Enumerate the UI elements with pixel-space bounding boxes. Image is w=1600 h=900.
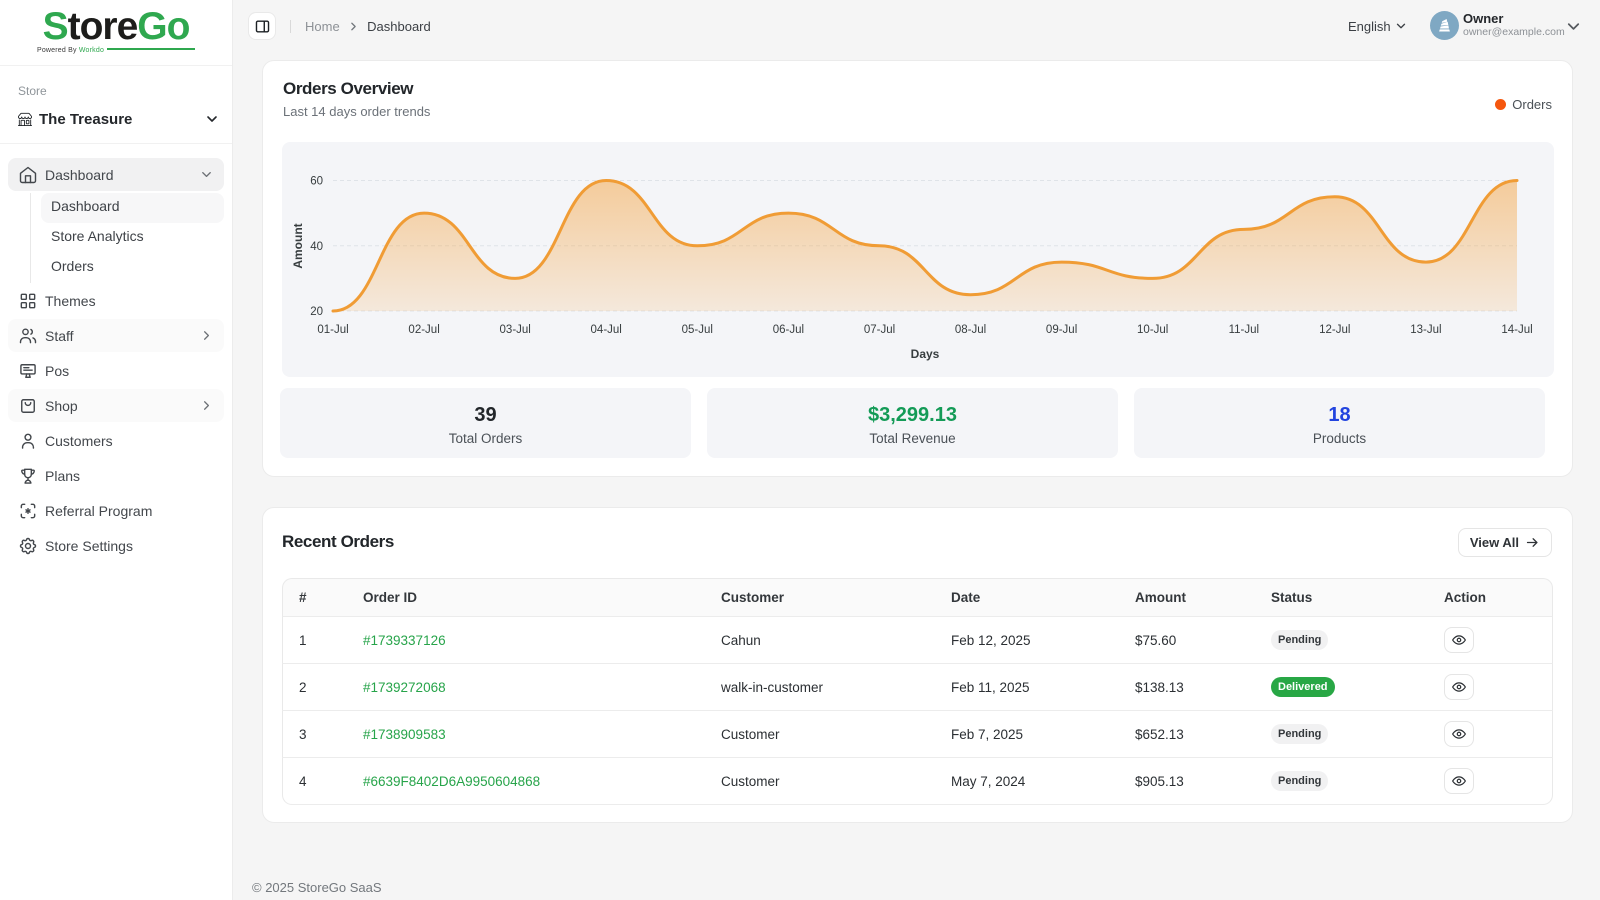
- svg-text:Amount: Amount: [291, 223, 305, 268]
- svg-text:03-Jul: 03-Jul: [500, 324, 531, 336]
- svg-text:12-Jul: 12-Jul: [1319, 324, 1350, 336]
- svg-text:06-Jul: 06-Jul: [773, 324, 804, 336]
- svg-text:02-Jul: 02-Jul: [408, 324, 439, 336]
- svg-text:40: 40: [310, 241, 323, 253]
- svg-text:13-Jul: 13-Jul: [1410, 324, 1441, 336]
- svg-text:08-Jul: 08-Jul: [955, 324, 986, 336]
- svg-text:07-Jul: 07-Jul: [864, 324, 895, 336]
- svg-text:Days: Days: [911, 347, 940, 361]
- svg-text:14-Jul: 14-Jul: [1501, 324, 1532, 336]
- svg-text:01-Jul: 01-Jul: [317, 324, 348, 336]
- svg-text:20: 20: [310, 306, 323, 318]
- svg-text:09-Jul: 09-Jul: [1046, 324, 1077, 336]
- svg-text:04-Jul: 04-Jul: [591, 324, 622, 336]
- svg-text:11-Jul: 11-Jul: [1229, 324, 1259, 336]
- svg-text:60: 60: [310, 176, 323, 188]
- svg-text:10-Jul: 10-Jul: [1137, 324, 1168, 336]
- svg-text:05-Jul: 05-Jul: [682, 324, 713, 336]
